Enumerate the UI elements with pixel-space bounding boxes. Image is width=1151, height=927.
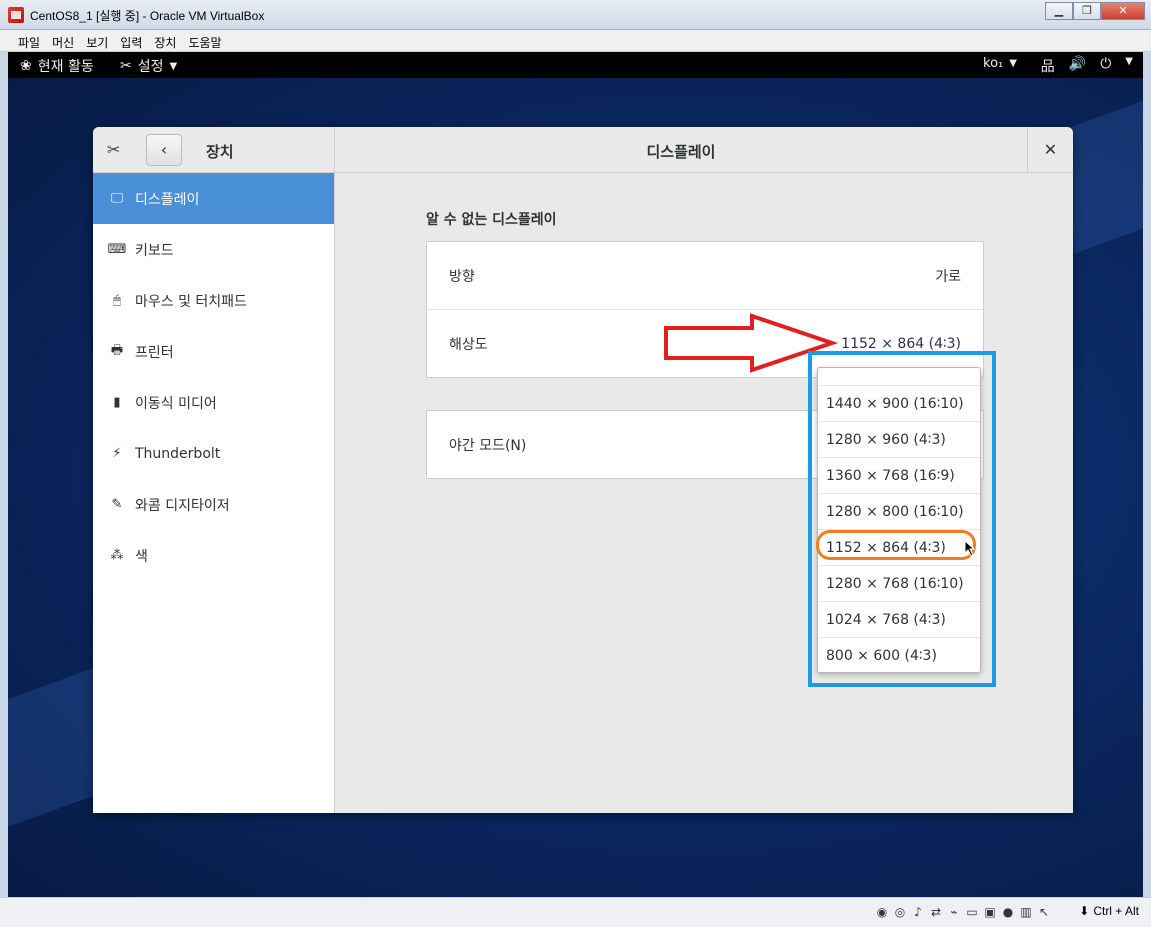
app-menu-settings[interactable]: ✂ 설정 ▼ <box>120 56 177 76</box>
back-button[interactable]: ‹ <box>146 134 182 166</box>
keyboard-icon: ⌨ <box>107 242 127 257</box>
optical-icon[interactable]: ◎ <box>893 904 907 920</box>
host-menubar: 파일 머신 보기 입력 장치 도움말 <box>0 30 1151 52</box>
shared-folder-icon[interactable]: ▭ <box>965 904 979 920</box>
mouse-integration-icon[interactable]: ↖ <box>1037 904 1051 920</box>
printer-icon: 🖶 <box>110 342 124 358</box>
removable-media-icon: ▮ <box>113 395 121 410</box>
sidebar-item-mouse[interactable]: 🖱 마우스 및 터치패드 <box>93 275 334 326</box>
settings-headerbar: ✂ ‹ 장치 디스플레이 ✕ <box>93 127 1073 173</box>
gnome-topbar: ❀ 현재 활동 ✂ 설정 ▼ ko₁ ▼ 品 🔊 ⏻ ▼ <box>8 52 1143 78</box>
color-icon: ⁂ <box>110 548 124 563</box>
app-menu-label: 설정 <box>137 59 164 75</box>
sidebar-item-keyboard[interactable]: ⌨ 키보드 <box>93 224 334 275</box>
input-method-indicator[interactable]: ko₁ ▼ <box>983 56 1017 71</box>
dropdown-item[interactable]: 1360 × 768 (16∶9) <box>818 458 980 494</box>
sidebar-item-label: Thunderbolt <box>135 445 221 462</box>
dropdown-item-partial[interactable] <box>818 368 980 386</box>
sidebar-item-label: 마우스 및 터치패드 <box>135 293 247 310</box>
dropdown-item[interactable]: 1280 × 800 (16∶10) <box>818 494 980 530</box>
window-controls: ▁ ❐ ✕ <box>1045 2 1145 20</box>
orientation-label: 방향 <box>449 268 475 285</box>
mouse-icon: 🖱 <box>113 293 121 308</box>
sidebar-item-label: 이동식 미디어 <box>135 395 217 412</box>
sidebar-item-label: 프린터 <box>135 344 174 361</box>
sidebar-item-label: 디스플레이 <box>135 191 200 208</box>
close-window-button[interactable]: ✕ <box>1101 2 1145 20</box>
dropdown-item[interactable]: 800 × 600 (4∶3) <box>818 638 980 672</box>
caret-down-icon: ▼ <box>169 60 178 72</box>
night-mode-label: 야간 모드(N) <box>449 438 527 454</box>
maximize-button[interactable]: ❐ <box>1073 2 1101 20</box>
sidebar-item-thunderbolt[interactable]: ⚡ Thunderbolt <box>93 428 334 479</box>
cpu-icon[interactable]: ▥ <box>1019 904 1033 920</box>
virtualbox-icon <box>8 7 24 23</box>
settings-sidebar: 🖵 디스플레이 ⌨ 키보드 🖱 마우스 및 터치패드 🖶 프린터 ▮ 이동식 미… <box>93 173 335 813</box>
sidebar-item-label: 키보드 <box>135 242 174 259</box>
host-key-label: Ctrl + Alt <box>1093 904 1139 918</box>
section-title: 장치 <box>206 143 234 161</box>
caret-down-icon: ▼ <box>1125 56 1133 67</box>
network-icon[interactable]: ⇄ <box>929 904 943 920</box>
settings-tools-icon: ✂ <box>107 140 121 159</box>
header-left: ✂ ‹ 장치 <box>93 127 335 173</box>
sidebar-item-wacom[interactable]: ✎ 와콤 디지타이저 <box>93 479 334 530</box>
host-statusbar: ◉ ◎ ♪ ⇄ ⌁ ▭ ▣ ● ▥ ↖ ⬇ Ctrl + Alt <box>0 897 1151 927</box>
close-button[interactable]: ✕ <box>1027 127 1073 173</box>
status-icons: ◉ ◎ ♪ ⇄ ⌁ ▭ ▣ ● ▥ ↖ <box>875 904 1051 920</box>
sidebar-item-label: 색 <box>135 548 148 565</box>
sidebar-item-printers[interactable]: 🖶 프린터 <box>93 326 334 377</box>
display-icon: 🖵 <box>110 191 124 206</box>
sidebar-item-removable-media[interactable]: ▮ 이동식 미디어 <box>93 377 334 428</box>
activities-label: 현재 활동 <box>37 59 94 75</box>
sidebar-item-color[interactable]: ⁂ 색 <box>93 530 334 581</box>
mouse-cursor-icon <box>965 541 975 557</box>
minimize-button[interactable]: ▁ <box>1045 2 1073 20</box>
resolution-label: 해상도 <box>449 337 488 353</box>
orange-highlight-annotation <box>816 530 976 560</box>
gnome-foot-icon: ❀ <box>20 58 32 74</box>
network-icon: 品 <box>1040 59 1055 75</box>
sidebar-item-label: 와콤 디지타이저 <box>135 497 230 514</box>
recording-icon[interactable]: ● <box>1001 904 1015 920</box>
dropdown-item[interactable]: 1280 × 960 (4∶3) <box>818 422 980 458</box>
activities-button[interactable]: ❀ 현재 활동 <box>20 56 94 76</box>
dropdown-item[interactable]: 1024 × 768 (4∶3) <box>818 602 980 638</box>
page-title: 디스플레이 <box>646 143 716 161</box>
dropdown-item[interactable]: 1440 × 900 (16∶10) <box>818 386 980 422</box>
hdd-icon[interactable]: ◉ <box>875 904 889 920</box>
system-menu[interactable]: 品 🔊 ⏻ ▼ <box>1041 56 1133 76</box>
dropdown-item[interactable]: 1280 × 768 (16∶10) <box>818 566 980 602</box>
audio-icon[interactable]: ♪ <box>911 904 925 920</box>
guest-screen: ❀ 현재 활동 ✂ 설정 ▼ ko₁ ▼ 品 🔊 ⏻ ▼ ✂ ‹ 장치 디스플레… <box>8 52 1143 897</box>
caret-down-icon: ▼ <box>1009 58 1017 69</box>
hostkey-icon: ⬇ <box>1079 904 1090 918</box>
resolution-dropdown: 1440 × 900 (16∶10) 1280 × 960 (4∶3) 1360… <box>817 367 981 673</box>
tools-icon: ✂ <box>120 58 132 74</box>
thunderbolt-icon: ⚡ <box>112 446 122 461</box>
host-titlebar: CentOS8_1 [실행 중] - Oracle VM VirtualBox … <box>0 0 1151 30</box>
usb-icon[interactable]: ⌁ <box>947 904 961 920</box>
host-window-title: CentOS8_1 [실행 중] - Oracle VM VirtualBox <box>30 9 265 23</box>
orientation-value: 가로 <box>935 268 961 285</box>
input-method-label: ko₁ <box>983 56 1004 71</box>
orientation-row[interactable]: 방향 가로 <box>427 242 983 310</box>
power-icon: ⏻ <box>1100 56 1112 72</box>
wacom-icon: ✎ <box>111 497 123 512</box>
monitor-name: 알 수 없는 디스플레이 <box>426 212 557 228</box>
sidebar-item-display[interactable]: 🖵 디스플레이 <box>93 173 334 224</box>
volume-icon: 🔊 <box>1068 56 1087 72</box>
display-icon[interactable]: ▣ <box>983 904 997 920</box>
resolution-value: 1152 × 864 (4∶3) <box>841 336 961 352</box>
host-key-indicator[interactable]: ⬇ Ctrl + Alt <box>1079 904 1139 918</box>
